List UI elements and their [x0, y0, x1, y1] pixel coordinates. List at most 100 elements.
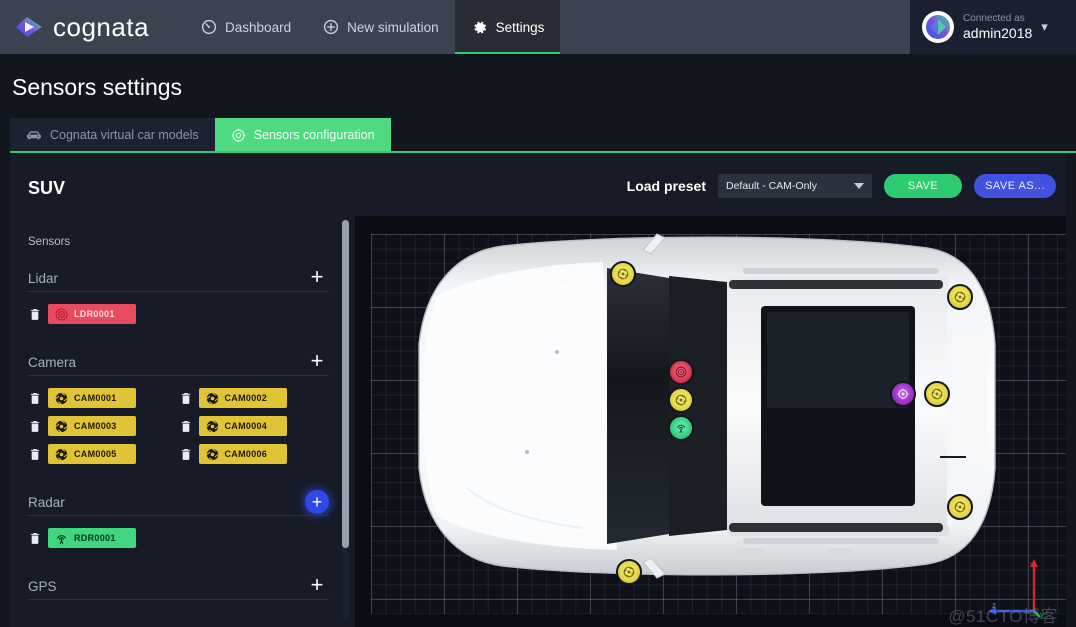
chevron-down-icon — [854, 183, 864, 189]
car-icon — [26, 129, 42, 141]
sensor-group-lidar-label: Lidar — [28, 271, 59, 286]
connected-as-label: Connected as — [963, 13, 1025, 25]
preset-select[interactable]: Default - CAM-Only — [718, 174, 872, 198]
sensor-group-radar-label: Radar — [28, 495, 65, 510]
sensor-chip-cam0006[interactable]: CAM0006 — [198, 444, 287, 464]
lidar-chip-list: LDR0001 — [28, 304, 329, 332]
list-item: CAM0001 — [28, 388, 179, 408]
sensor-group-camera: Camera + CAM0001 CAM0002 CAM0003 CAM0004… — [28, 350, 329, 472]
sensor-chip-cam0003-label: CAM0003 — [74, 421, 117, 431]
marker-cam-front-left[interactable] — [610, 261, 636, 287]
marker-cam-front-right[interactable] — [947, 284, 973, 310]
trash-icon[interactable] — [179, 420, 193, 432]
vehicle-3d-viewport[interactable]: x z y @51CTO博客 — [355, 216, 1066, 627]
sensors-config-panel: SUV Load preset Default - CAM-Only SAVE … — [10, 154, 1066, 627]
marker-link-line — [940, 456, 966, 458]
panel-header: SUV Load preset Default - CAM-Only SAVE … — [10, 154, 1066, 214]
marker-cam-right[interactable] — [924, 381, 950, 407]
marker-lidar-center[interactable] — [668, 359, 694, 385]
sensor-group-camera-header: Camera + — [28, 350, 329, 376]
marker-cam-center[interactable] — [668, 387, 694, 413]
sensor-target-icon — [231, 128, 246, 143]
tab-sensors-configuration-label: Sensors configuration — [253, 128, 375, 142]
sensor-group-lidar-header: Lidar + — [28, 266, 329, 292]
list-item: CAM0004 — [179, 416, 330, 436]
sensor-chip-ldr0001-label: LDR0001 — [74, 309, 115, 319]
sensor-group-camera-label: Camera — [28, 355, 77, 370]
marker-cam-rear-left[interactable] — [616, 559, 642, 585]
marker-radar-center[interactable] — [668, 415, 694, 441]
sensor-chip-rdr0001[interactable]: RDR0001 — [48, 528, 136, 548]
sensor-chip-cam0004-label: CAM0004 — [224, 421, 268, 431]
tab-sensors-configuration[interactable]: Sensors configuration — [214, 118, 391, 152]
gauge-icon — [201, 19, 217, 35]
gear-icon — [471, 19, 488, 36]
axis-gizmo: x z y — [988, 559, 1044, 619]
axis-z-label: z — [992, 601, 996, 610]
camera-aperture-icon — [55, 419, 68, 433]
nav-items: Dashboard New simulation Settings — [185, 0, 561, 54]
sensor-chip-cam0006-label: CAM0006 — [224, 449, 268, 459]
sensor-group-radar: Radar + RDR0001 — [28, 490, 329, 556]
camera-chip-list: CAM0001 CAM0002 CAM0003 CAM0004 CAM0005 … — [28, 388, 329, 472]
nav-item-new-simulation-label: New simulation — [347, 19, 439, 35]
sensor-group-gps-label: GPS — [28, 579, 57, 594]
trash-icon[interactable] — [28, 420, 42, 432]
trash-icon[interactable] — [179, 392, 193, 404]
tab-cognata-virtual-car-models-label: Cognata virtual car models — [50, 128, 199, 142]
sensor-group-gps: GPS + — [28, 574, 329, 600]
brand-logo[interactable]: cognata — [0, 12, 149, 43]
radar-antenna-icon — [55, 532, 68, 545]
sensor-chip-cam0002[interactable]: CAM0002 — [198, 388, 287, 408]
vehicle-top-view — [418, 233, 996, 579]
sidebar-scrollbar-thumb[interactable] — [342, 220, 349, 548]
nav-item-dashboard[interactable]: Dashboard — [185, 0, 307, 54]
sensors-heading: Sensors — [28, 236, 71, 248]
list-item: LDR0001 — [28, 304, 329, 324]
page-title: Sensors settings — [12, 74, 183, 100]
sensor-chip-cam0001[interactable]: CAM0001 — [48, 388, 136, 408]
add-lidar-plus-icon[interactable]: + — [305, 266, 329, 290]
vehicle-name: SUV — [28, 178, 66, 198]
load-preset-label: Load preset — [626, 178, 706, 194]
nav-item-new-simulation[interactable]: New simulation — [307, 0, 455, 54]
marker-cam-rear-right[interactable] — [947, 494, 973, 520]
marker-gps-right[interactable] — [890, 381, 916, 407]
list-item: RDR0001 — [28, 528, 329, 548]
tab-bar: Cognata virtual car models Sensors confi… — [10, 118, 1076, 152]
trash-icon[interactable] — [28, 392, 42, 404]
camera-aperture-icon — [205, 391, 219, 405]
list-item: CAM0003 — [28, 416, 179, 436]
save-button[interactable]: SAVE — [884, 174, 962, 198]
camera-aperture-icon — [205, 447, 219, 461]
avatar — [922, 11, 954, 43]
sensor-chip-cam0004[interactable]: CAM0004 — [198, 416, 287, 436]
sensor-group-gps-header: GPS + — [28, 574, 329, 600]
sensors-sidebar: Sensors Lidar + LDR0001 Camera + CAM0001… — [10, 214, 347, 627]
tab-cognata-virtual-car-models[interactable]: Cognata virtual car models — [10, 118, 215, 152]
chevron-down-icon[interactable]: ▾ — [1041, 19, 1048, 35]
lidar-waves-icon — [55, 308, 68, 321]
sensor-chip-ldr0001[interactable]: LDR0001 — [48, 304, 136, 324]
cognata-diamond-logo-icon — [14, 15, 44, 39]
brand-name: cognata — [53, 11, 150, 42]
user-account-box[interactable]: Connected as admin2018 ▾ — [910, 0, 1076, 54]
sensor-chip-cam0003[interactable]: CAM0003 — [48, 416, 136, 436]
camera-aperture-icon — [55, 447, 68, 461]
sensor-chip-cam0005[interactable]: CAM0005 — [48, 444, 136, 464]
add-camera-plus-icon[interactable]: + — [305, 350, 329, 374]
list-item: CAM0006 — [179, 444, 330, 464]
sensor-group-radar-header: Radar + — [28, 490, 329, 516]
axis-x-label: x — [1030, 560, 1034, 569]
save-as-button[interactable]: SAVE AS... — [974, 174, 1056, 198]
add-radar-plus-icon[interactable]: + — [305, 490, 329, 514]
trash-icon[interactable] — [28, 308, 42, 320]
nav-item-settings[interactable]: Settings — [454, 0, 561, 54]
nav-item-settings-label: Settings — [495, 19, 545, 35]
trash-icon[interactable] — [28, 448, 42, 460]
sensor-chip-cam0005-label: CAM0005 — [74, 449, 117, 459]
trash-icon[interactable] — [179, 448, 193, 460]
trash-icon[interactable] — [28, 532, 42, 544]
sensor-group-lidar: Lidar + LDR0001 — [28, 266, 329, 332]
add-gps-plus-icon[interactable]: + — [305, 574, 329, 598]
